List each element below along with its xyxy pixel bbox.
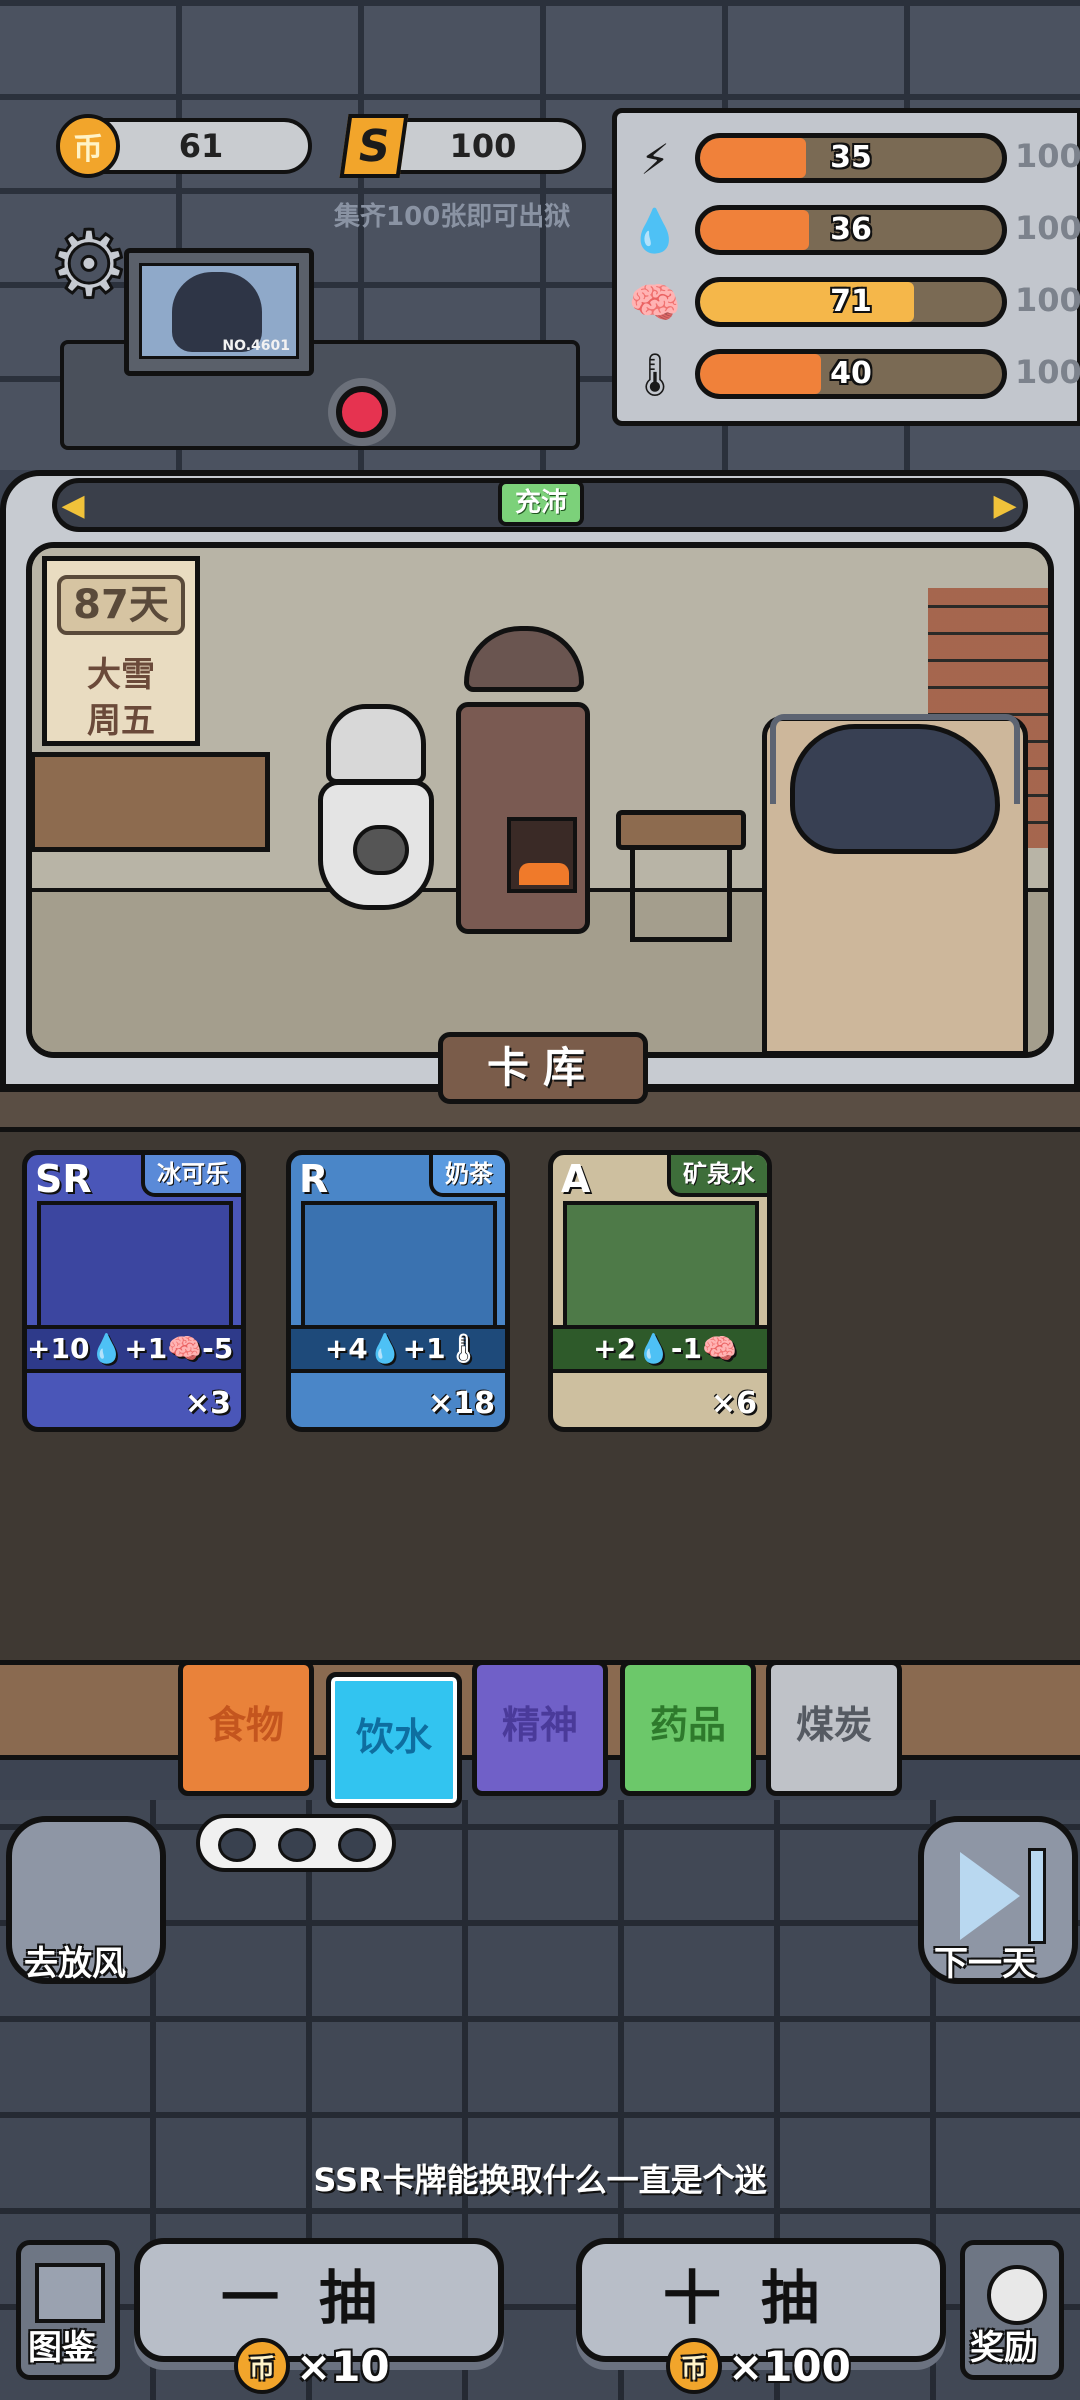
stool-seat bbox=[616, 810, 746, 850]
coin-icon: 币 bbox=[666, 2338, 722, 2394]
thermometer-icon: 🌡 bbox=[628, 350, 682, 399]
stat-row-energy: ⚡ 35 100 bbox=[617, 127, 1080, 191]
stat-row-temperature: 🌡 40 100 bbox=[617, 343, 1080, 407]
category-tab[interactable]: 饮水 bbox=[326, 1672, 462, 1808]
category-tab[interactable]: 煤炭 bbox=[766, 1660, 902, 1796]
skip-bar-icon bbox=[1028, 1848, 1046, 1944]
card-rank: A bbox=[561, 1157, 591, 1201]
card-effects: +2💧-1🧠 bbox=[553, 1325, 767, 1373]
camera-eye-icon bbox=[336, 386, 388, 438]
sleeping-prisoner bbox=[790, 724, 1000, 854]
inmate-face-icon bbox=[338, 1828, 376, 1862]
temperature-bar: 40 bbox=[695, 349, 1007, 399]
toilet[interactable] bbox=[318, 704, 434, 928]
shard-icon: S bbox=[339, 114, 409, 178]
energy-value: 35 bbox=[830, 140, 872, 175]
toilet-hole bbox=[353, 825, 409, 875]
book-icon bbox=[35, 2263, 105, 2323]
coal-stove[interactable] bbox=[456, 626, 590, 938]
single-draw-cost: 币 ×10 bbox=[234, 2336, 390, 2396]
go-out-label: 去放风 bbox=[24, 1944, 126, 1984]
item-card[interactable]: A 矿泉水 +2💧-1🧠 ×6 bbox=[548, 1150, 772, 1432]
previous-location-arrow-icon[interactable]: ◀ bbox=[58, 488, 88, 523]
water-value: 36 bbox=[830, 212, 872, 247]
card-library-title: 卡库 bbox=[438, 1032, 648, 1104]
energy-max: 100 bbox=[1015, 137, 1080, 175]
stat-row-mind: 🧠 71 100 bbox=[617, 271, 1080, 335]
lightning-icon: ⚡ bbox=[640, 134, 670, 184]
card-artwork bbox=[37, 1201, 233, 1329]
item-card[interactable]: R 奶茶 +4💧+1🌡 ×18 bbox=[286, 1150, 510, 1432]
mouse-icon bbox=[987, 2265, 1047, 2325]
water-drop-icon: 💧 bbox=[628, 206, 682, 255]
reward-label: 奖励 bbox=[970, 2328, 1038, 2368]
play-next-icon bbox=[960, 1852, 1020, 1940]
weekday-label: 周五 bbox=[87, 701, 155, 741]
brain-icon: 🧠 bbox=[628, 278, 682, 327]
card-rank: SR bbox=[35, 1157, 92, 1201]
calendar-scroll: 87天 大雪 周五 bbox=[42, 556, 200, 746]
survival-stats-panel: ⚡ 35 100 💧 36 100 🧠 71 100 🌡 40 100 bbox=[612, 108, 1080, 426]
category-tab[interactable]: 精神 bbox=[472, 1660, 608, 1796]
card-effects: +4💧+1🌡 bbox=[291, 1325, 505, 1373]
card-count: ×18 bbox=[428, 1386, 495, 1421]
stove-door bbox=[507, 817, 577, 893]
card-name: 冰可乐 bbox=[141, 1155, 241, 1197]
stat-row-water: 💧 36 100 bbox=[617, 199, 1080, 263]
energy-bar: 35 bbox=[695, 133, 1007, 183]
card-count: ×3 bbox=[184, 1386, 231, 1421]
wooden-stool bbox=[616, 810, 746, 944]
day-counter: 87天 bbox=[57, 575, 185, 635]
water-max: 100 bbox=[1015, 209, 1080, 247]
card-rank: R bbox=[299, 1157, 329, 1201]
coin-icon: 币 bbox=[56, 114, 120, 178]
stove-lid bbox=[464, 626, 584, 692]
mind-value: 71 bbox=[830, 284, 872, 319]
stove-body bbox=[456, 702, 590, 934]
gacha-tip: SSR卡牌能换取什么一直是个迷 bbox=[313, 2161, 767, 2199]
mind-bar: 71 bbox=[695, 277, 1007, 327]
next-location-arrow-icon[interactable]: ▶ bbox=[990, 488, 1020, 523]
weather-label: 大雪 bbox=[87, 655, 155, 695]
toilet-bowl bbox=[318, 780, 434, 910]
thought-bubble bbox=[196, 1814, 396, 1872]
monitor-screen: NO.4601 bbox=[139, 263, 299, 359]
card-effects: +10💧+1🧠-5🌡 bbox=[27, 1325, 241, 1373]
single-draw-cost-value: ×10 bbox=[296, 2341, 390, 2391]
inmate-face-icon bbox=[218, 1828, 256, 1862]
next-day-label: 下一天 bbox=[934, 1944, 1036, 1984]
ten-draw-cost: 币 ×100 bbox=[666, 2336, 851, 2396]
card-count: ×6 bbox=[710, 1386, 757, 1421]
guide-label: 图鉴 bbox=[28, 2328, 96, 2368]
card-name: 奶茶 bbox=[429, 1155, 505, 1197]
card-artwork bbox=[301, 1201, 497, 1329]
coin-icon: 币 bbox=[234, 2338, 290, 2394]
ten-draw-cost-value: ×100 bbox=[728, 2341, 851, 2391]
stool-legs bbox=[630, 848, 732, 942]
item-card[interactable]: SR 冰可乐 +10💧+1🧠-5🌡 ×3 bbox=[22, 1150, 246, 1432]
wooden-table bbox=[30, 752, 270, 852]
temperature-value: 40 bbox=[830, 356, 872, 391]
prisoner-number: NO.4601 bbox=[222, 338, 290, 354]
toilet-tank bbox=[326, 704, 426, 784]
location-status-tag: 充沛 bbox=[498, 480, 584, 526]
temperature-max: 100 bbox=[1015, 353, 1080, 391]
category-tab[interactable]: 药品 bbox=[620, 1660, 756, 1796]
water-bar: 36 bbox=[695, 205, 1007, 255]
card-name: 矿泉水 bbox=[667, 1155, 767, 1197]
prisoner-monitor: NO.4601 bbox=[124, 248, 314, 376]
card-artwork bbox=[563, 1201, 759, 1329]
stove-fire bbox=[519, 863, 569, 885]
collection-hint: 集齐100张即可出狱 bbox=[334, 202, 571, 232]
guard-face-icon bbox=[278, 1828, 316, 1862]
category-tab[interactable]: 食物 bbox=[178, 1660, 314, 1796]
mind-max: 100 bbox=[1015, 281, 1080, 319]
